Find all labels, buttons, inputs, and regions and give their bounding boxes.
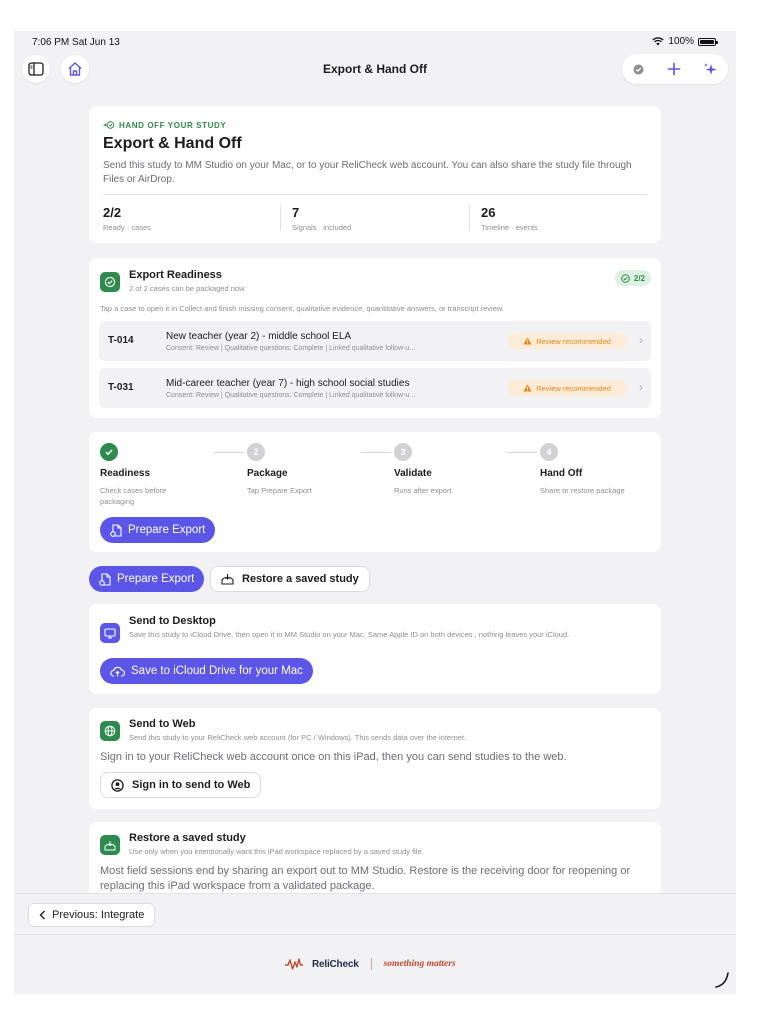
ipad-screen: 7:06 PM Sat Jun 13 100% Export & Hand Of… [14, 31, 736, 994]
case-detail: Consent: Review | Qualitative questions:… [166, 345, 416, 352]
navigation-bar: Export & Hand Off [14, 53, 736, 85]
web-title: Send to Web [129, 718, 196, 730]
desktop-icon [100, 623, 120, 643]
footer: ReliCheck something matters [14, 934, 736, 994]
sign-in-web-button[interactable]: Sign in to send to Web [100, 772, 262, 798]
step-connector [214, 452, 244, 453]
review-status-badge: Review recommended [507, 333, 627, 349]
restore-body: Most field sessions end by sharing an ex… [100, 865, 631, 892]
stat-divider [469, 205, 470, 231]
tray-download-icon [100, 835, 120, 855]
case-id: T-014 [108, 335, 134, 346]
step-connector [361, 452, 391, 453]
step-4-number: 4 [540, 443, 558, 461]
check-circle-icon [633, 64, 643, 74]
restore-title: Restore a saved study [129, 832, 246, 844]
chevron-right-icon: › [639, 333, 643, 347]
ai-assist-button[interactable] [702, 61, 718, 77]
step-title: Hand Off [540, 468, 583, 479]
readiness-title: Export Readiness [129, 269, 222, 281]
relicheck-logo-icon [285, 958, 303, 970]
status-check-button[interactable] [630, 61, 646, 77]
document-export-icon [110, 523, 122, 537]
readiness-hint: Tap a case to open it in Collect and fin… [100, 304, 504, 313]
overview-description: Send this study to MM Studio on your Mac… [103, 160, 632, 185]
case-detail: Consent: Review | Qualitative questions:… [166, 392, 416, 399]
wifi-icon [652, 37, 665, 46]
step-subtitle: Share or restore package [540, 486, 625, 495]
desktop-subtitle: Save this study to iCloud Drive, then op… [129, 630, 570, 639]
step-1-complete-icon [100, 443, 118, 461]
case-title: Mid-career teacher (year 7) - high schoo… [166, 378, 410, 389]
resize-handle-icon[interactable] [714, 971, 730, 989]
chevron-right-icon: › [639, 380, 643, 394]
readiness-badge: 2/2 [614, 270, 651, 286]
document-export-icon [99, 572, 111, 586]
case-id: T-031 [108, 382, 134, 393]
web-subtitle: Send this study to your ReliCheck web ac… [129, 733, 467, 742]
step-subtitle: Runs after export [394, 486, 452, 495]
restore-study-card: Restore a saved study Use only when you … [89, 822, 661, 897]
stat-cases: 2/2 Ready · cases [103, 205, 151, 232]
plus-icon [667, 62, 681, 76]
person-circle-icon [111, 778, 124, 792]
handoff-icon [103, 121, 115, 129]
step-title: Validate [394, 468, 432, 479]
battery-icon [698, 37, 718, 46]
shield-check-icon [100, 272, 120, 292]
bottom-bar: Previous: Integrate [14, 893, 736, 933]
status-bar: 7:06 PM Sat Jun 13 100% [14, 31, 736, 53]
step-subtitle: Check cases before packaging [100, 486, 167, 506]
battery-percent: 100% [668, 36, 694, 47]
brand-name: ReliCheck [312, 958, 359, 970]
step-title: Readiness [100, 468, 151, 479]
stat-divider [280, 205, 281, 231]
chevron-left-icon [39, 910, 45, 920]
tray-download-icon [221, 574, 234, 585]
desktop-title: Send to Desktop [129, 615, 216, 627]
page-title: Export & Hand Off [103, 135, 242, 152]
send-to-desktop-card: Send to Desktop Save this study to iClou… [89, 604, 661, 694]
save-to-icloud-button[interactable]: Save to iCloud Drive for your Mac [100, 658, 313, 684]
readiness-subtitle: 2 of 2 cases can be packaged now [129, 284, 245, 293]
warning-icon [523, 384, 532, 392]
previous-button[interactable]: Previous: Integrate [28, 903, 156, 927]
warning-icon [523, 337, 532, 345]
step-title: Package [247, 468, 288, 479]
export-steps-card: 2 3 4 Readiness Check cases before packa… [89, 432, 661, 552]
case-row[interactable]: T-031 Mid-career teacher (year 7) - high… [99, 368, 651, 408]
toolbar-actions [622, 54, 728, 84]
review-status-badge: Review recommended [507, 380, 627, 396]
step-connector [507, 452, 537, 453]
restore-saved-study-button[interactable]: Restore a saved study [210, 566, 370, 592]
stat-signals: 7 Signals · included [292, 205, 352, 232]
case-row[interactable]: T-014 New teacher (year 2) - middle scho… [99, 321, 651, 361]
brand-tagline: something matters [383, 959, 456, 969]
send-to-web-card: Send to Web Send this study to your Reli… [89, 708, 661, 809]
stat-timeline: 26 Timeline · events [481, 205, 538, 232]
overview-card: HAND OFF YOUR STUDY Export & Hand Off Se… [89, 106, 661, 243]
prepare-export-button[interactable]: Prepare Export [89, 566, 205, 592]
status-time: 7:06 PM Sat Jun 13 [32, 37, 120, 48]
globe-icon [100, 721, 120, 741]
step-2-number: 2 [247, 443, 265, 461]
restore-subtitle: Use only when you intentionally want thi… [129, 847, 424, 856]
overview-eyebrow: HAND OFF YOUR STUDY [119, 120, 227, 130]
stats-row: 2/2 Ready · cases 7 Signals · included 2… [103, 194, 647, 234]
case-title: New teacher (year 2) - middle school ELA [166, 331, 352, 342]
step-subtitle: Tap Prepare Export [247, 486, 312, 495]
web-body: Sign in to your ReliCheck web account on… [100, 751, 567, 763]
footer-divider [370, 958, 372, 970]
step-3-number: 3 [394, 443, 412, 461]
cloud-upload-icon [110, 666, 125, 677]
check-circle-icon [621, 273, 630, 283]
export-readiness-card: Export Readiness 2 of 2 cases can be pac… [89, 258, 661, 418]
prepare-export-button[interactable]: Prepare Export [100, 517, 216, 543]
sparkles-icon [703, 62, 716, 75]
add-button[interactable] [666, 61, 682, 77]
